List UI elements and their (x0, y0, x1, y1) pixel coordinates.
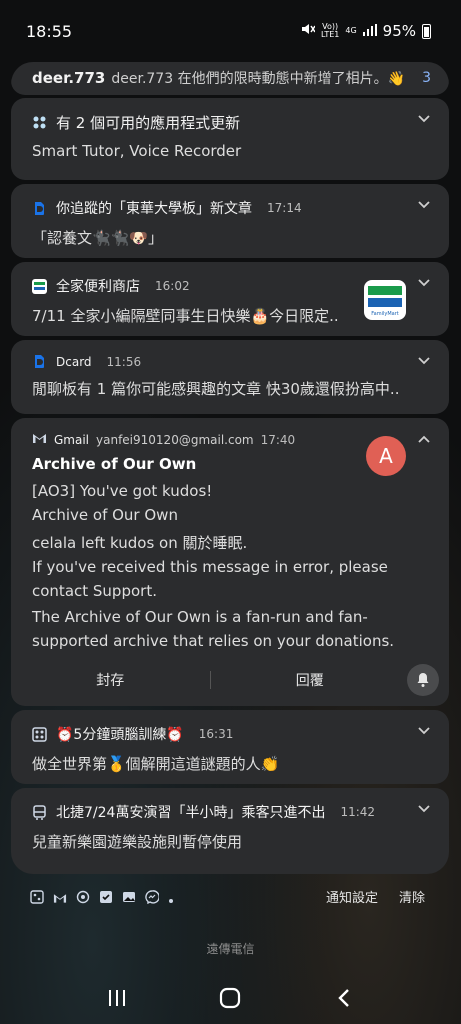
dcard-body: 閒聊板有 1 篇你可能感興趣的文章 快30歲還假扮高中.. (32, 380, 400, 398)
mute-icon (301, 22, 316, 40)
dcard-follow-time: 17:14 (267, 201, 302, 215)
clear-button[interactable]: 清除 (399, 887, 425, 906)
news-body: 兒童新樂園遊樂設施則暫停使用 (32, 833, 243, 851)
familymart-title: 全家便利商店 (56, 279, 140, 295)
gmail-icon (32, 432, 47, 447)
notification-footer: 通知設定 清除 (0, 876, 461, 916)
volte-indicator: Vo)) LTE1 (320, 22, 340, 39)
familymart-body: 7/11 全家小編隔壁同事生日快樂🎂今日限定.. (32, 307, 339, 325)
familymart-time: 16:02 (155, 279, 190, 293)
chevron-down-icon[interactable] (417, 724, 431, 738)
avatar: A (366, 436, 406, 476)
gmail-line1: Archive of Our Own (32, 506, 178, 524)
snooze-bell-button[interactable] (407, 664, 439, 696)
back-button[interactable] (329, 983, 359, 1013)
chevron-down-icon[interactable] (417, 198, 431, 212)
instagram-sender: deer.773 (32, 69, 106, 87)
status-icons: Vo)) LTE1 4G 95% (301, 22, 431, 40)
galaxy-store-icon (32, 115, 47, 130)
updates-title: 有 2 個可用的應用程式更新 (56, 114, 241, 132)
gmail-subject: [AO3] You've got kudos! (32, 482, 213, 500)
battery-percent: 95% (382, 22, 416, 40)
home-icon (220, 987, 241, 1009)
notification-app-updates[interactable]: 有 2 個可用的應用程式更新 Smart Tutor, Voice Record… (11, 98, 449, 180)
chevron-down-icon[interactable] (417, 276, 431, 290)
overflow-app-icons (30, 889, 182, 905)
more-dot-icon (168, 889, 182, 903)
sync-mini-icon (76, 889, 90, 904)
dcard-follow-title: 你追蹤的「東華大學板」新文章 (56, 201, 252, 217)
back-icon (338, 989, 349, 1007)
notification-news[interactable]: 北捷7/24萬安演習「半小時」乘客只進不出 11:42 兒童新樂園遊樂設施則暫停… (11, 788, 449, 874)
gallery-mini-icon (122, 889, 136, 903)
brain-time: 16:31 (198, 727, 234, 741)
home-button[interactable] (215, 983, 245, 1013)
instagram-text: deer.773 在他們的限時動態中新增了相片。👋 (111, 71, 405, 87)
gmail-time: 17:40 (260, 432, 296, 447)
news-time: 11:42 (340, 805, 376, 819)
brain-title: ⏰5分鐘頭腦訓練⏰ (56, 727, 184, 743)
gmail-actions: 封存 回覆 (11, 654, 449, 706)
dcard-time: 11:56 (106, 354, 142, 369)
notification-dcard[interactable]: Dcard 11:56 閒聊板有 1 篇你可能感興趣的文章 快30歲還假扮高中.… (11, 340, 449, 414)
messenger-mini-icon (145, 889, 160, 905)
brain-body: 做全世界第🥇個解開這道謎題的人👏 (32, 755, 280, 773)
notification-panel: deer.773 deer.773 在他們的限時動態中新增了相片。👋 3 有 2… (11, 62, 449, 874)
gmail-line3: If you've received this message in error… (32, 558, 388, 600)
familymart-app-icon (32, 278, 47, 294)
reply-button[interactable]: 回覆 (211, 670, 410, 690)
notification-gmail[interactable]: Gmail yanfei910120@gmail.com 17:40 Archi… (11, 418, 449, 706)
dcard-follow-body: 「認養文🐈‍⬛🐈‍⬛🐶」 (32, 229, 164, 247)
updates-body: Smart Tutor, Voice Recorder (32, 142, 242, 160)
gmail-mini-icon (53, 889, 67, 903)
clock: 18:55 (26, 21, 73, 41)
notification-instagram[interactable]: deer.773 deer.773 在他們的限時動態中新增了相片。👋 3 (11, 62, 449, 95)
notification-dcard-follow[interactable]: 你追蹤的「東華大學板」新文章 17:14 「認養文🐈‍⬛🐈‍⬛🐶」 (11, 184, 449, 258)
network-indicator: 4G (345, 26, 357, 35)
gmail-line2: celala left kudos on 關於睡眠. (32, 534, 248, 552)
navigation-bar (0, 975, 461, 1021)
dcard-app-name: Dcard (56, 354, 92, 369)
archive-button[interactable]: 封存 (11, 670, 210, 690)
gmail-account: yanfei910120@gmail.com (96, 432, 254, 447)
chevron-down-icon[interactable] (417, 802, 431, 816)
brain-app-icon (32, 726, 47, 742)
bell-icon (417, 673, 429, 687)
notification-familymart[interactable]: 全家便利商店 16:02 7/11 全家小編隔壁同事生日快樂🎂今日限定.. Fa… (11, 262, 449, 336)
signal-icon (362, 22, 377, 40)
bus-icon (32, 804, 47, 820)
recent-apps-button[interactable] (102, 983, 132, 1013)
news-title: 北捷7/24萬安演習「半小時」乘客只進不出 (56, 805, 326, 821)
battery-icon (422, 23, 431, 39)
status-bar: 18:55 Vo)) LTE1 4G 95% (0, 0, 461, 62)
carrier-label: 遠傳電信 (206, 942, 255, 956)
instagram-count: 3 (422, 70, 431, 86)
chevron-up-icon[interactable] (417, 432, 431, 446)
chevron-down-icon[interactable] (417, 354, 431, 368)
dcard-icon (32, 354, 47, 369)
dcard-icon (32, 201, 47, 216)
gmail-line4: The Archive of Our Own is a fan-run and … (32, 608, 395, 650)
chevron-down-icon[interactable] (417, 112, 431, 126)
notification-brain-training[interactable]: ⏰5分鐘頭腦訓練⏰ 16:31 做全世界第🥇個解開這道謎題的人👏 (11, 710, 449, 784)
recents-icon (108, 990, 125, 1006)
notification-settings-button[interactable]: 通知設定 (326, 887, 378, 906)
gmail-app-name: Gmail (54, 432, 90, 447)
brain-mini-icon (30, 889, 44, 904)
familymart-logo: FamilyMart (364, 280, 406, 320)
checkbox-mini-icon (99, 889, 113, 903)
